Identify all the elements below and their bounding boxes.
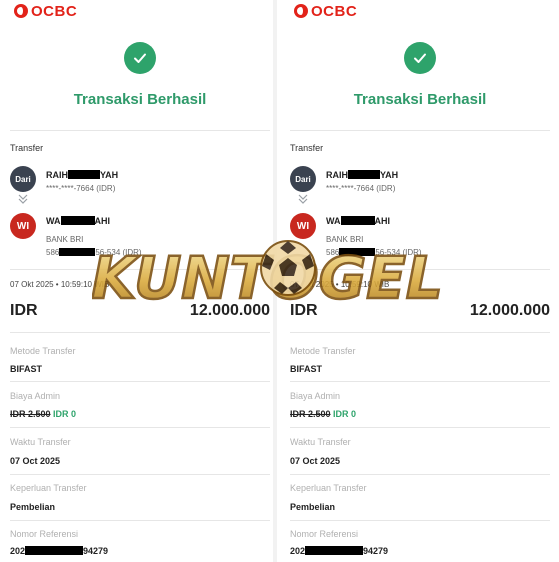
fee-original: IDR 2.500: [290, 409, 331, 419]
divider: [10, 332, 270, 333]
time-label: Waktu Transfer: [290, 437, 351, 447]
time-label: Waktu Transfer: [10, 437, 71, 447]
checkmark-icon: [404, 42, 436, 74]
transaction-datetime: 07 Okt 2025 • 10:59:10 WIB: [290, 280, 390, 289]
redaction-bar: [339, 248, 376, 256]
divider: [290, 520, 550, 521]
recipient-avatar: WI: [10, 213, 36, 239]
fee-label: Biaya Admin: [10, 391, 61, 401]
fee-value: IDR 2.500 IDR 0: [290, 409, 356, 419]
purpose-value: Pembelian: [290, 502, 336, 512]
sender-account: ****-****-7664 (IDR): [326, 184, 396, 193]
fee-label: Biaya Admin: [290, 391, 341, 401]
divider: [10, 381, 270, 382]
fee-final: IDR 0: [53, 409, 77, 419]
recipient-account: 586 56-534 (IDR): [46, 248, 142, 257]
recipient-bank: BANK BRI: [46, 235, 84, 244]
reference-label: Nomor Referensi: [290, 529, 359, 539]
sender-account: ****-****-7664 (IDR): [46, 184, 116, 193]
divider: [290, 381, 550, 382]
transaction-datetime: 07 Okt 2025 • 10:59:10 WIB: [10, 280, 110, 289]
checkmark-icon: [124, 42, 156, 74]
transfer-amount: 12.000.000: [189, 302, 270, 319]
divider: [290, 474, 550, 475]
method-value: BIFAST: [290, 364, 323, 374]
brand-name: OCBC: [31, 2, 78, 20]
redaction-bar: [305, 546, 364, 555]
reference-value: 202 94279: [10, 546, 109, 556]
divider: [10, 520, 270, 521]
redaction-bar: [25, 546, 84, 555]
sender-avatar: Dari: [10, 166, 36, 192]
brand-name: OCBC: [311, 2, 358, 20]
recipient-name: WA AHI: [326, 216, 390, 226]
recipient-name: WA AHI: [46, 216, 110, 226]
redaction-bar: [59, 248, 96, 256]
success-title: Transaksi Berhasil: [353, 91, 487, 108]
ocbc-logo: OCBC: [294, 2, 357, 20]
ocbc-logo-icon: [294, 4, 308, 18]
fee-original: IDR 2.500: [10, 409, 51, 419]
fee-value: IDR 2.500 IDR 0: [10, 409, 76, 419]
sender-name: RAIH YAH: [46, 170, 119, 180]
receipt-panel-left: OCBC Transaksi Berhasil Transfer Dari RA…: [0, 0, 270, 562]
ocbc-logo-icon: [14, 4, 28, 18]
time-value: 07 Oct 2025: [10, 456, 61, 466]
divider: [290, 427, 550, 428]
divider: [10, 427, 270, 428]
purpose-value: Pembelian: [10, 502, 56, 512]
currency-code: IDR: [10, 302, 38, 319]
redaction-bar: [348, 170, 380, 179]
sender-avatar: Dari: [290, 166, 316, 192]
divider: [290, 130, 550, 131]
redaction-bar: [60, 216, 95, 225]
sender-name: RAIH YAH: [326, 170, 399, 180]
success-title: Transaksi Berhasil: [73, 91, 207, 108]
ocbc-logo: OCBC: [14, 2, 77, 20]
time-value: 07 Oct 2025: [290, 456, 341, 466]
divider: [10, 269, 270, 270]
divider: [10, 474, 270, 475]
method-label: Metode Transfer: [10, 346, 76, 356]
transfer-amount: 12.000.000: [469, 302, 550, 319]
receipt-panel-right: OCBC Transaksi Berhasil Transfer Dari RA…: [280, 0, 550, 562]
purpose-label: Keperluan Transfer: [10, 483, 87, 493]
chevron-double-down-icon: [18, 194, 28, 206]
transfer-label: Transfer: [290, 143, 324, 153]
divider: [10, 130, 270, 131]
recipient-bank: BANK BRI: [326, 235, 364, 244]
recipient-avatar: WI: [290, 213, 316, 239]
transfer-label: Transfer: [10, 143, 44, 153]
method-label: Metode Transfer: [290, 346, 356, 356]
currency-code: IDR: [290, 302, 318, 319]
redaction-bar: [340, 216, 375, 225]
reference-label: Nomor Referensi: [10, 529, 79, 539]
divider: [290, 269, 550, 270]
panel-divider: [273, 0, 277, 562]
chevron-double-down-icon: [298, 194, 308, 206]
purpose-label: Keperluan Transfer: [290, 483, 367, 493]
fee-final: IDR 0: [333, 409, 357, 419]
divider: [290, 332, 550, 333]
reference-value: 202 94279: [290, 546, 389, 556]
recipient-account: 586 56-534 (IDR): [326, 248, 422, 257]
redaction-bar: [68, 170, 100, 179]
method-value: BIFAST: [10, 364, 43, 374]
